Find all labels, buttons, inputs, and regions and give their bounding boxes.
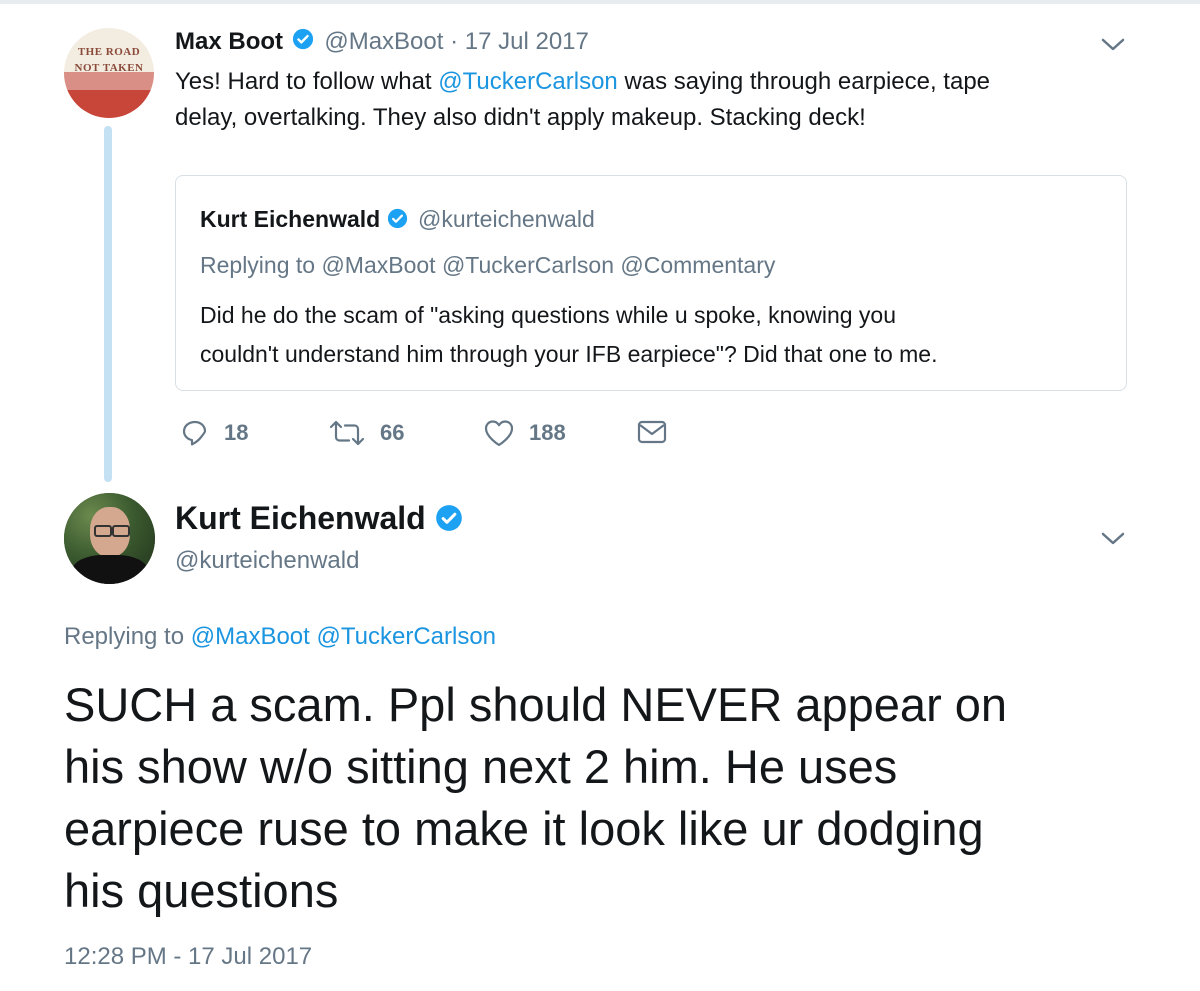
tweet2-text-line3: earpiece ruse to make it look like ur do…	[64, 802, 984, 855]
reply-icon	[180, 418, 210, 448]
retweet-action[interactable]: 66	[328, 418, 404, 448]
tweet2-replying-prefix: Replying to	[64, 623, 191, 650]
tweet2-timestamp[interactable]: 12:28 PM - 17 Jul 2017	[64, 942, 312, 972]
reply-count: 18	[224, 420, 249, 445]
tweet1-text-start: Yes! Hard to follow what	[175, 68, 439, 95]
tweet1-text-line1-rest: was saying through earpiece, tape	[617, 68, 991, 95]
tweet2-text: SUCH a scam. Ppl should NEVER appear on …	[64, 674, 1007, 922]
verified-badge-icon	[435, 503, 463, 539]
tweet2-text-line2: his show w/o sitting next 2 him. He uses	[64, 740, 898, 793]
tweet1-author-handle[interactable]: @MaxBoot	[324, 28, 443, 55]
thread-line	[104, 126, 112, 482]
avatar-kurt-eichenwald[interactable]	[64, 493, 155, 584]
retweet-icon	[328, 418, 366, 448]
avatar-book-title-line2: NOT TAKEN	[74, 62, 144, 74]
tweet2-replying-handles[interactable]: @MaxBoot @TuckerCarlson	[191, 623, 496, 650]
top-divider	[0, 0, 1200, 4]
tweet2-author-handle[interactable]: @kurteichenwald	[175, 546, 359, 576]
avatar-book-title-line1: THE ROAD	[77, 46, 141, 58]
quoted-text-line1: Did he do the scam of "asking questions …	[200, 302, 897, 328]
tweet2-text-line1: SUCH a scam. Ppl should NEVER appear on	[64, 678, 1008, 731]
tweet2-replying-to: Replying to @MaxBoot @TuckerCarlson	[64, 622, 496, 652]
quoted-tweet-text: Did he do the scam of "asking questions …	[200, 296, 937, 374]
reply-action[interactable]: 18	[180, 418, 248, 448]
heart-icon	[483, 418, 515, 448]
quoted-author-handle: @kurteichenwald	[417, 206, 595, 232]
quoted-tweet-header: Kurt Eichenwald @kurteichenwald	[200, 204, 595, 236]
tweet2-author: Kurt Eichenwald	[175, 500, 463, 539]
tweet1-header: Max Boot @MaxBoot · 17 Jul 2017	[175, 28, 589, 57]
tweet1-author-name[interactable]: Max Boot	[175, 28, 283, 55]
tweet1-mention-tuckercarlson[interactable]: @TuckerCarlson	[438, 68, 618, 95]
quoted-author-name: Kurt Eichenwald	[200, 206, 381, 232]
tweet1-text-line2: delay, overtalking. They also didn't app…	[175, 104, 866, 131]
retweet-count: 66	[380, 420, 405, 445]
quoted-tweet-card[interactable]: Kurt Eichenwald @kurteichenwald Replying…	[175, 175, 1127, 391]
chevron-down-icon[interactable]	[1100, 530, 1126, 548]
quoted-replying-to: Replying to @MaxBoot @TuckerCarlson @Com…	[200, 252, 776, 278]
like-action[interactable]: 188	[483, 418, 566, 448]
verified-badge-icon	[292, 28, 314, 57]
tweet1-separator: ·	[450, 28, 459, 55]
tweet2-author-name[interactable]: Kurt Eichenwald	[175, 500, 426, 536]
tweet2-text-line4: his questions	[64, 864, 339, 917]
tweet1-date[interactable]: 17 Jul 2017	[465, 28, 589, 55]
tweet1-text: Yes! Hard to follow what @TuckerCarlson …	[175, 64, 990, 136]
envelope-icon	[637, 418, 667, 446]
like-count: 188	[529, 420, 566, 445]
verified-badge-icon	[387, 206, 408, 236]
chevron-down-icon[interactable]	[1100, 36, 1126, 54]
avatar-max-boot[interactable]: THE ROAD NOT TAKEN	[64, 28, 154, 118]
direct-message-action[interactable]	[637, 418, 667, 446]
quoted-text-line2: couldn't understand him through your IFB…	[200, 341, 938, 367]
